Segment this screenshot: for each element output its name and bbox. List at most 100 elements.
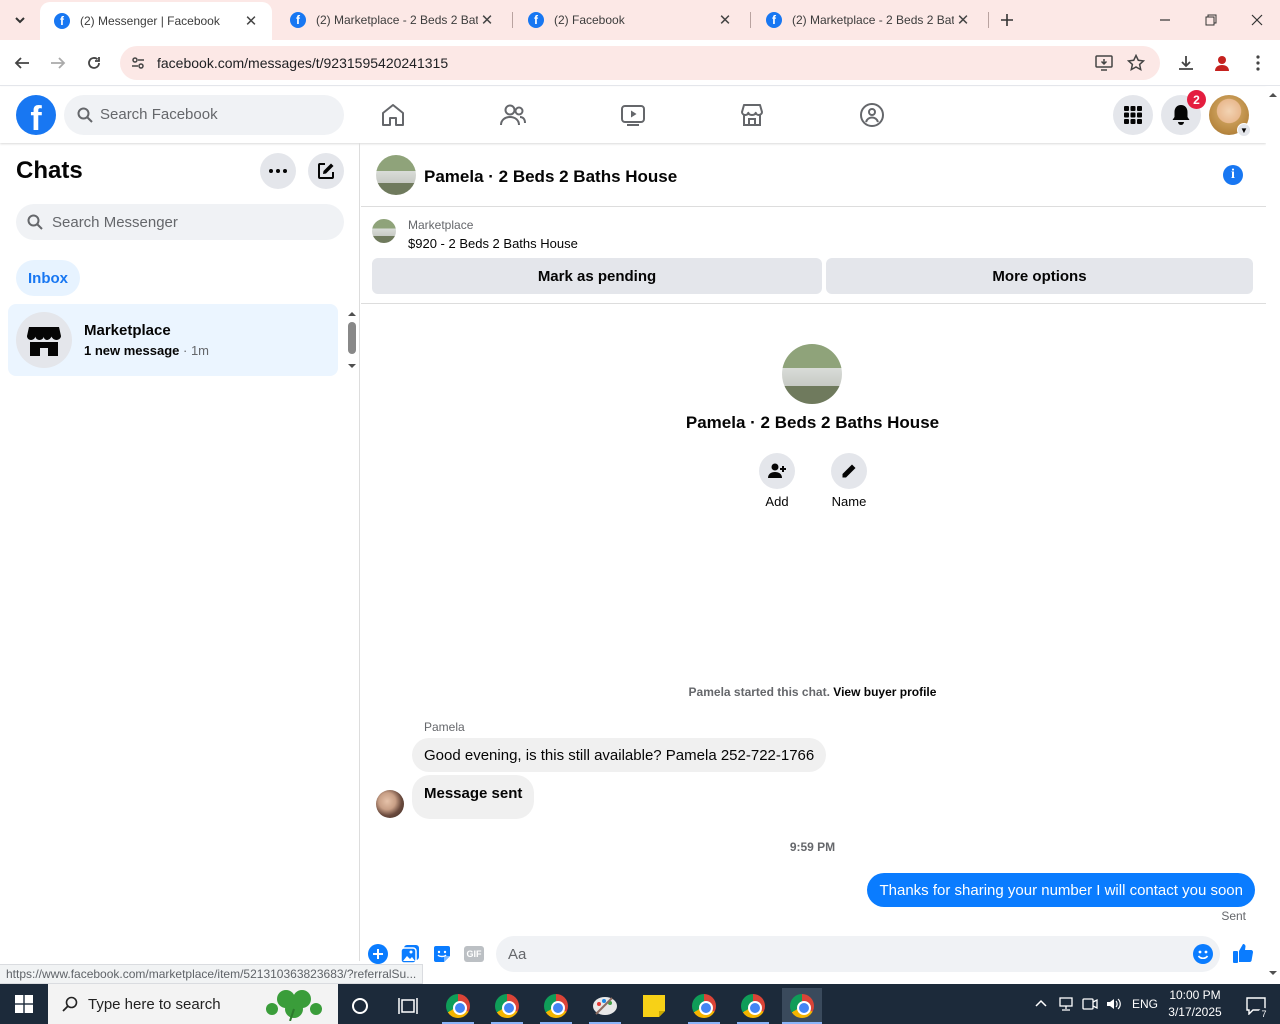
facebook-icon: f <box>290 12 306 28</box>
forward-button[interactable] <box>46 51 70 75</box>
message-input[interactable] <box>508 936 1168 972</box>
bookmark-star-icon[interactable] <box>1127 54 1145 72</box>
chat-avatar[interactable] <box>376 155 416 195</box>
chat-started-notice: Pamela started this chat. View buyer pro… <box>361 685 1264 699</box>
start-button[interactable] <box>4 986 44 1022</box>
message-bubble-outgoing[interactable]: Thanks for sharing your number I will co… <box>867 873 1255 907</box>
taskbar-chrome-4[interactable] <box>684 988 724 1024</box>
action-center-button[interactable]: 7 <box>1236 988 1276 1024</box>
close-icon[interactable]: ✕ <box>478 11 496 29</box>
volume-icon[interactable] <box>1106 997 1122 1011</box>
gif-button[interactable]: GIF <box>463 943 485 965</box>
nav-groups[interactable] <box>856 99 888 131</box>
messenger-search[interactable]: Search Messenger <box>16 204 344 240</box>
plus-circle-icon <box>368 944 388 964</box>
new-message-button[interactable] <box>308 153 344 189</box>
tab-marketplace-1[interactable]: f (2) Marketplace - 2 Beds 2 Baths ✕ <box>276 0 508 40</box>
search-placeholder: Search Messenger <box>52 214 178 231</box>
message-bubble-incoming[interactable]: Good evening, is this still available? P… <box>412 738 827 772</box>
task-view-button[interactable] <box>388 988 428 1024</box>
taskbar-search[interactable]: Type here to search <box>48 984 338 1024</box>
taskbar-paint[interactable] <box>585 988 625 1024</box>
close-window-button[interactable] <box>1234 0 1280 40</box>
mark-as-pending-button[interactable]: Mark as pending <box>372 258 822 294</box>
taskbar-chrome-active[interactable] <box>782 988 822 1024</box>
more-options-button[interactable]: More options <box>826 258 1253 294</box>
downloads-button[interactable] <box>1174 51 1198 75</box>
chat-title[interactable]: Pamela · 2 Beds 2 Baths House <box>424 167 677 187</box>
omnibox[interactable]: facebook.com/messages/t/9231595420241315 <box>120 46 1160 80</box>
url-text: facebook.com/messages/t/9231595420241315 <box>157 55 449 71</box>
windows-logo-icon <box>15 995 33 1013</box>
profile-button[interactable] <box>1210 51 1234 75</box>
browser-menu-button[interactable] <box>1246 51 1270 75</box>
taskbar-clock[interactable]: 10:00 PM 3/17/2025 <box>1160 987 1230 1021</box>
gif-icon: GIF <box>464 946 484 962</box>
account-avatar[interactable]: ▼ <box>1209 95 1251 137</box>
tab-messenger[interactable]: f (2) Messenger | Facebook ✕ <box>40 2 272 40</box>
taskbar-chrome-3[interactable] <box>536 988 576 1024</box>
close-icon[interactable]: ✕ <box>954 11 972 29</box>
listing-title[interactable]: $920 - 2 Beds 2 Baths House <box>408 236 578 251</box>
cortana-button[interactable] <box>340 988 380 1024</box>
taskbar-chrome-2[interactable] <box>487 988 527 1024</box>
nav-marketplace[interactable] <box>736 99 768 131</box>
name-label: Name <box>831 494 867 509</box>
info-icon[interactable]: i <box>1223 165 1243 185</box>
friends-icon <box>500 104 526 126</box>
back-button[interactable] <box>10 51 34 75</box>
minimize-button[interactable] <box>1142 0 1188 40</box>
conversation-item[interactable]: Marketplace 1 new message · 1m <box>8 304 338 376</box>
sticker-button[interactable] <box>431 943 453 965</box>
tab-facebook[interactable]: f (2) Facebook ✕ <box>514 0 746 40</box>
chat-options-button[interactable] <box>260 153 296 189</box>
tab-title: (2) Marketplace - 2 Beds 2 Baths <box>316 13 478 27</box>
sender-avatar[interactable] <box>376 790 404 818</box>
nav-friends[interactable] <box>497 99 529 131</box>
view-buyer-profile-link[interactable]: View buyer profile <box>833 685 936 699</box>
chrome-icon <box>446 994 470 1018</box>
site-settings-icon[interactable] <box>130 55 146 71</box>
listing-thumbnail[interactable] <box>372 219 396 243</box>
cortana-circle-icon <box>352 998 368 1014</box>
facebook-logo[interactable]: f <box>16 95 56 135</box>
meet-now-icon[interactable] <box>1082 997 1098 1011</box>
network-icon[interactable] <box>1058 997 1074 1011</box>
page-scrollbar[interactable] <box>1266 87 1280 982</box>
tab-marketplace-2[interactable]: f (2) Marketplace - 2 Beds 2 Baths ✕ <box>752 0 984 40</box>
download-icon <box>1179 56 1193 70</box>
language-indicator[interactable]: ENG <box>1132 997 1158 1011</box>
chevron-up-icon[interactable] <box>1034 997 1048 1011</box>
plus-icon <box>1001 14 1013 26</box>
close-icon[interactable]: ✕ <box>716 11 734 29</box>
message-bubble-incoming[interactable]: Message sent <box>412 775 535 819</box>
new-tab-button[interactable] <box>984 0 1030 40</box>
tab-inbox[interactable]: Inbox <box>16 260 80 296</box>
emoji-icon[interactable] <box>1193 944 1213 964</box>
chats-title: Chats <box>16 157 83 184</box>
edit-name-button[interactable]: Name <box>819 453 879 509</box>
facebook-search[interactable]: Search Facebook <box>64 95 344 135</box>
sidebar-scrollbar[interactable] <box>344 308 360 372</box>
action-center-count: 7 <box>1258 1008 1270 1020</box>
taskbar-chrome-5[interactable] <box>733 988 773 1024</box>
bell-icon <box>1172 105 1190 125</box>
add-people-button[interactable]: Add <box>747 453 807 509</box>
nav-home[interactable] <box>377 99 409 131</box>
close-icon[interactable]: ✕ <box>242 12 260 30</box>
clock-time: 10:00 PM <box>1169 988 1221 1002</box>
nav-video[interactable] <box>617 99 649 131</box>
install-app-icon[interactable] <box>1095 54 1113 72</box>
reload-icon <box>88 57 100 69</box>
facebook-icon: f <box>54 13 70 29</box>
like-button[interactable] <box>1231 941 1255 965</box>
taskbar-chrome-1[interactable] <box>438 988 478 1024</box>
restore-button[interactable] <box>1188 0 1234 40</box>
arrow-right-icon <box>51 57 66 69</box>
tab-search-button[interactable] <box>0 0 40 40</box>
reload-button[interactable] <box>82 51 106 75</box>
attach-photo-button[interactable] <box>399 943 421 965</box>
more-actions-button[interactable] <box>367 943 389 965</box>
taskbar-sticky-notes[interactable] <box>634 988 674 1024</box>
menu-button[interactable] <box>1113 95 1153 135</box>
